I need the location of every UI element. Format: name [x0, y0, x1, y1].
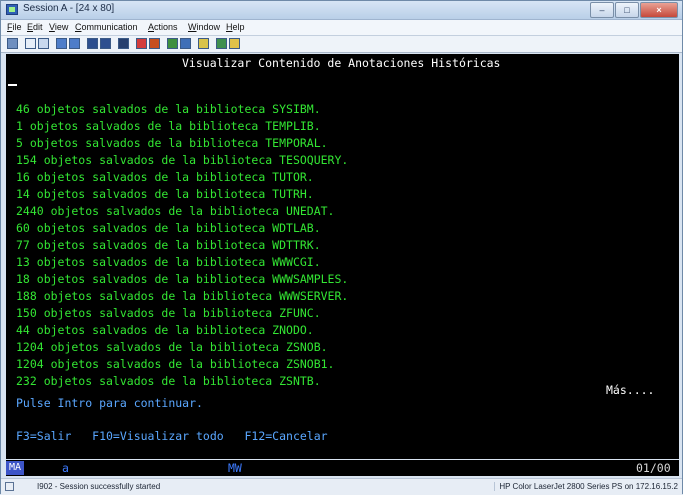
log-line: 2440 objetos salvados de la biblioteca U…: [16, 204, 335, 218]
menu-help[interactable]: Help: [226, 22, 245, 32]
menu-view[interactable]: View: [49, 22, 68, 32]
menu-file[interactable]: File: [7, 22, 22, 32]
menu-communication[interactable]: Communication: [75, 22, 138, 32]
log-line: 44 objetos salvados de la biblioteca ZNO…: [16, 323, 314, 337]
log-line: 46 objetos salvados de la biblioteca SYS…: [16, 102, 321, 116]
printer-status: HP Color LaserJet 2800 Series PS on 172.…: [494, 482, 678, 491]
log-line: 18 objetos salvados de la biblioteca WWW…: [16, 272, 349, 286]
play-icon[interactable]: [149, 38, 160, 49]
connect-icon[interactable]: [180, 38, 191, 49]
screen-title: Visualizar Contenido de Anotaciones Hist…: [182, 56, 501, 70]
minimize-button[interactable]: –: [590, 2, 614, 18]
oia-ma-indicator: MA: [6, 461, 24, 475]
log-line: 77 objetos salvados de la biblioteca WDT…: [16, 238, 321, 252]
status-bar: I902 - Session successfully started HP C…: [1, 478, 682, 495]
oia-mw-indicator: MW: [228, 461, 242, 475]
log-line: 1204 objetos salvados de la biblioteca Z…: [16, 340, 328, 354]
log-line: 232 objetos salvados de la biblioteca ZS…: [16, 374, 321, 388]
terminal-screen[interactable]: Visualizar Contenido de Anotaciones Hist…: [6, 54, 679, 459]
title-bar[interactable]: Session A - [24 x 80] – □ ×: [1, 1, 682, 20]
record-icon[interactable]: [136, 38, 147, 49]
log-line: 14 objetos salvados de la biblioteca TUT…: [16, 187, 314, 201]
edit-icon[interactable]: [229, 38, 240, 49]
send-icon[interactable]: [56, 38, 67, 49]
paste-icon[interactable]: [38, 38, 49, 49]
log-line: 1 objetos salvados de la biblioteca TEMP…: [16, 119, 321, 133]
operator-info-area: MA a MW 01/00: [6, 460, 679, 476]
keyboard-icon[interactable]: [100, 38, 111, 49]
more-indicator: Más....: [606, 383, 655, 397]
emulator-window: Session A - [24 x 80] – □ × File Edit Vi…: [0, 0, 683, 495]
log-line: 16 objetos salvados de la biblioteca TUT…: [16, 170, 314, 184]
print-screen-icon[interactable]: [7, 38, 18, 49]
toolbar: [1, 36, 682, 53]
log-line: 150 objetos salvados de la biblioteca ZF…: [16, 306, 321, 320]
transfer-icon[interactable]: [167, 38, 178, 49]
clipboard-icon[interactable]: [198, 38, 209, 49]
window-title: Session A - [24 x 80]: [23, 3, 115, 14]
log-line: 154 objetos salvados de la biblioteca TE…: [16, 153, 349, 167]
function-keys[interactable]: F3=Salir F10=Visualizar todo F12=Cancela…: [16, 429, 328, 443]
cursor: [8, 84, 17, 86]
log-line: 5 objetos salvados de la biblioteca TEMP…: [16, 136, 328, 150]
display-icon[interactable]: [87, 38, 98, 49]
status-icon: [5, 482, 14, 491]
log-line: 13 objetos salvados de la biblioteca WWW…: [16, 255, 321, 269]
receive-icon[interactable]: [69, 38, 80, 49]
macro-icon[interactable]: [118, 38, 129, 49]
globe-icon[interactable]: [216, 38, 227, 49]
cursor-position: 01/00: [636, 461, 671, 475]
copy-icon[interactable]: [25, 38, 36, 49]
log-line: 1204 objetos salvados de la biblioteca Z…: [16, 357, 335, 371]
close-button[interactable]: ×: [640, 2, 678, 18]
session-icon: [6, 4, 18, 15]
window-controls: – □ ×: [589, 2, 678, 18]
menu-window[interactable]: Window: [188, 22, 220, 32]
maximize-button[interactable]: □: [615, 2, 639, 18]
menu-bar: File Edit View Communication Actions Win…: [1, 20, 682, 36]
log-line: 60 objetos salvados de la biblioteca WDT…: [16, 221, 321, 235]
status-message: I902 - Session successfully started: [37, 482, 161, 491]
menu-edit[interactable]: Edit: [27, 22, 43, 32]
log-line: 188 objetos salvados de la biblioteca WW…: [16, 289, 349, 303]
continue-prompt: Pulse Intro para continuar.: [16, 396, 203, 410]
menu-actions[interactable]: Actions: [148, 22, 178, 32]
oia-a-indicator: a: [62, 461, 69, 475]
